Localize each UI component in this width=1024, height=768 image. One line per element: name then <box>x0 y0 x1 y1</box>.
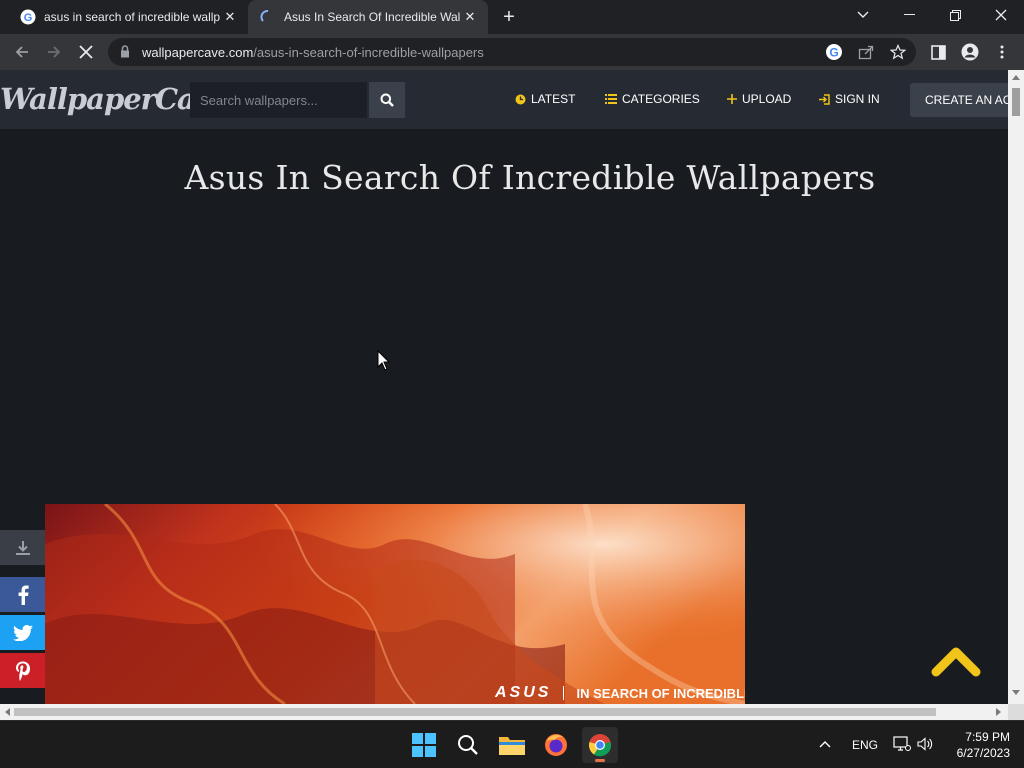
address-bar[interactable]: wallpapercave.com/asus-in-search-of-incr… <box>108 38 916 66</box>
forward-arrow-icon <box>48 46 61 58</box>
bookmark-star-icon[interactable] <box>888 42 908 62</box>
vertical-scrollbar-thumb[interactable] <box>1012 88 1020 116</box>
nav-upload-label: UPLOAD <box>742 92 792 106</box>
close-icon <box>79 45 93 59</box>
svg-text:G: G <box>829 46 838 60</box>
url-path: /asus-in-search-of-incredible-wallpapers <box>253 45 484 60</box>
back-button[interactable] <box>10 40 34 64</box>
search-placeholder: Search wallpapers... <box>200 93 318 108</box>
back-arrow-icon <box>15 46 28 58</box>
profile-avatar-icon[interactable] <box>960 42 980 62</box>
url-host: wallpapercave.com <box>142 45 254 60</box>
pinterest-icon <box>15 661 30 680</box>
plus-icon <box>727 94 737 104</box>
menu-kebab-icon[interactable] <box>992 42 1012 62</box>
close-window-button[interactable] <box>978 0 1024 30</box>
search-icon <box>380 93 394 107</box>
start-button[interactable] <box>406 727 442 763</box>
firefox-button[interactable] <box>538 727 574 763</box>
tab-search-chevron-icon[interactable] <box>840 0 886 30</box>
firefox-icon <box>545 734 567 756</box>
chevron-up-icon <box>931 647 981 677</box>
nav-sign-in[interactable]: SIGN IN <box>819 92 880 106</box>
scroll-down-arrow-icon[interactable] <box>1012 690 1020 696</box>
asus-logo-text: ASUS <box>495 684 552 701</box>
search-icon <box>458 735 478 755</box>
search-input[interactable]: Search wallpapers... <box>190 82 367 118</box>
share-twitter-button[interactable] <box>0 615 45 650</box>
wallpaper-caption-text: IN SEARCH OF INCREDIBLE <box>576 685 745 701</box>
create-account-button[interactable]: CREATE AN AC <box>910 83 1008 117</box>
facebook-icon <box>18 585 29 605</box>
nav-upload[interactable]: UPLOAD <box>727 92 791 106</box>
scroll-up-arrow-icon[interactable] <box>1012 74 1020 80</box>
active-app-indicator <box>595 759 605 762</box>
browser-toolbar: wallpapercave.com/asus-in-search-of-incr… <box>0 34 1024 70</box>
share-facebook-button[interactable] <box>0 577 45 612</box>
clock-time: 7:59 PM <box>965 730 1010 744</box>
clock[interactable]: 7:59 PM 6/27/2023 <box>948 729 1010 761</box>
restore-button[interactable] <box>932 0 978 30</box>
volume-icon[interactable] <box>917 736 933 752</box>
show-hidden-icons-chevron-icon[interactable] <box>819 740 831 748</box>
nav-categories-label: CATEGORIES <box>622 92 700 106</box>
lock-icon[interactable] <box>120 45 130 58</box>
browser-tab-strip: G asus in search of incredible wallp ✕ A… <box>0 0 1024 34</box>
page-title: Asus In Search Of Incredible Wallpapers <box>184 158 876 197</box>
clock-date: 6/27/2023 <box>956 746 1010 760</box>
horizontal-scrollbar[interactable] <box>0 704 1008 720</box>
file-explorer-button[interactable] <box>494 727 530 763</box>
list-icon <box>605 94 617 104</box>
side-panel-icon[interactable] <box>928 42 948 62</box>
new-tab-button[interactable]: + <box>499 7 519 27</box>
vertical-scrollbar[interactable] <box>1008 70 1024 704</box>
url-text: wallpapercave.com/asus-in-search-of-incr… <box>142 45 484 60</box>
sign-in-icon <box>819 93 830 105</box>
close-tab-icon[interactable]: ✕ <box>462 9 478 25</box>
chrome-button[interactable] <box>582 727 618 763</box>
google-icon: G <box>20 9 36 25</box>
browser-tab-wallpapercave[interactable]: Asus In Search Of Incredible Wall ✕ <box>248 0 488 34</box>
clock-icon <box>515 94 526 104</box>
twitter-icon <box>12 624 33 641</box>
download-icon <box>15 540 30 555</box>
tab-title: asus in search of incredible wallp <box>44 10 220 24</box>
wallpaper-image[interactable]: ASUS IN SEARCH OF INCREDIBLE <box>45 504 745 704</box>
scroll-left-arrow-icon[interactable] <box>4 708 10 716</box>
scrollbar-corner <box>1008 704 1024 720</box>
svg-text:G: G <box>24 12 33 24</box>
network-icon[interactable] <box>893 736 911 752</box>
scroll-to-top-button[interactable] <box>930 644 982 680</box>
windows-taskbar: ENG 7:59 PM 6/27/2023 <box>0 720 1024 768</box>
forward-button[interactable] <box>42 40 66 64</box>
folder-icon <box>499 737 525 755</box>
nav-latest[interactable]: LATEST <box>515 92 575 106</box>
browser-tab-google-search[interactable]: G asus in search of incredible wallp ✕ <box>8 0 248 34</box>
caption-divider <box>563 686 565 700</box>
site-header: WallpaperCave Search wallpapers... LATES… <box>0 70 1008 129</box>
share-icon[interactable] <box>856 42 876 62</box>
language-indicator[interactable]: ENG <box>852 738 878 752</box>
chrome-icon <box>588 734 612 757</box>
mouse-cursor-icon <box>377 350 391 371</box>
horizontal-scrollbar-thumb[interactable] <box>14 708 936 716</box>
close-tab-icon[interactable]: ✕ <box>222 9 238 25</box>
nav-categories[interactable]: CATEGORIES <box>605 92 700 106</box>
scroll-right-arrow-icon[interactable] <box>996 708 1002 716</box>
search-button[interactable] <box>369 82 405 118</box>
web-page: WallpaperCave Search wallpapers... LATES… <box>0 70 1008 704</box>
tab-title: Asus In Search Of Incredible Wall <box>284 10 460 24</box>
nav-latest-label: LATEST <box>531 92 576 106</box>
google-lens-icon[interactable]: G <box>824 42 844 62</box>
windows-logo-icon <box>412 733 436 757</box>
nav-sign-in-label: SIGN IN <box>835 92 880 106</box>
share-pinterest-button[interactable] <box>0 653 45 688</box>
download-button[interactable] <box>0 530 45 565</box>
stop-loading-button[interactable] <box>74 40 98 64</box>
wallpaper-caption: ASUS IN SEARCH OF INCREDIBLE <box>495 684 745 702</box>
taskbar-search-button[interactable] <box>450 727 486 763</box>
minimize-button[interactable] <box>886 0 932 30</box>
loading-spinner-icon <box>260 10 269 22</box>
canyon-wallpaper-image <box>45 504 745 704</box>
